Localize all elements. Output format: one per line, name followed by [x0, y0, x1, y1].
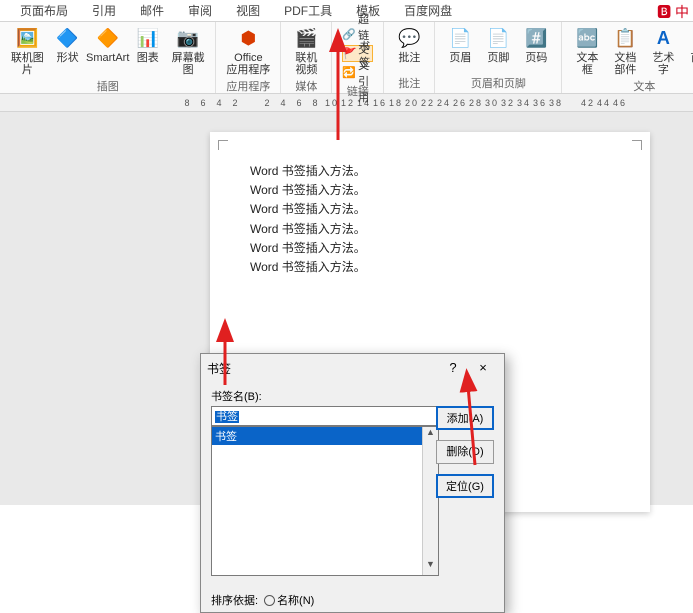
group-links: 🔗超链接 🚩书签 🔁交叉引用 链接: [332, 22, 384, 93]
list-item[interactable]: 书签: [212, 427, 438, 445]
radio-icon: [264, 595, 275, 606]
group-label: 批注: [390, 75, 428, 93]
group-label: 应用程序: [222, 78, 274, 96]
header-icon: 📄: [448, 26, 472, 50]
delete-button[interactable]: 删除(D): [436, 440, 494, 464]
shapes-button[interactable]: 🔷形状: [49, 24, 87, 66]
dialog-help-button[interactable]: ?: [438, 357, 468, 379]
dialog-close-button[interactable]: ×: [468, 357, 498, 379]
app-logo-icon: 🅱 中: [657, 2, 689, 22]
bookmark-name-input[interactable]: 书签: [211, 406, 439, 426]
pagenum-button[interactable]: #️⃣页码: [517, 24, 555, 66]
document-line[interactable]: Word 书签插入方法。: [250, 181, 610, 200]
chart-icon: 📊: [136, 26, 160, 50]
video-icon: 🎬: [294, 26, 318, 50]
sort-label: 排序依据:: [211, 592, 258, 608]
shapes-icon: 🔷: [56, 26, 80, 50]
footer-button[interactable]: 📄页脚: [479, 24, 517, 66]
online-video-button[interactable]: 🎬联机视频: [287, 24, 325, 78]
document-line[interactable]: Word 书签插入方法。: [250, 162, 610, 181]
office-apps-button[interactable]: ⬢Office 应用程序: [222, 24, 274, 78]
footer-icon: 📄: [486, 26, 510, 50]
tab-layout[interactable]: 页面布局: [8, 0, 80, 22]
picture-icon: 🖼️: [15, 26, 39, 50]
document-line[interactable]: Word 书签插入方法。: [250, 258, 610, 277]
sort-name-radio[interactable]: 名称(N): [264, 592, 314, 608]
comment-button[interactable]: 💬批注: [390, 24, 428, 66]
screenshot-button[interactable]: 📷屏幕截图: [167, 24, 210, 78]
chart-button[interactable]: 📊图表: [129, 24, 167, 66]
dropcap-button[interactable]: A̲首字: [682, 24, 693, 66]
group-comments: 💬批注 批注: [384, 22, 435, 93]
group-label: 页眉和页脚: [441, 75, 555, 93]
document-line[interactable]: Word 书签插入方法。: [250, 200, 610, 219]
dialog-title: 书签: [207, 360, 438, 377]
bookmark-dialog: 书签 ? × 书签名(B): 书签 书签 ▲ ▼ 添加(A) 删除(D) 定位(…: [200, 353, 505, 613]
tab-baidu[interactable]: 百度网盘: [392, 0, 464, 22]
dialog-titlebar[interactable]: 书签 ? ×: [201, 354, 504, 382]
office-icon: ⬢: [236, 26, 260, 50]
goto-button[interactable]: 定位(G): [436, 474, 494, 498]
group-label: 媒体: [287, 78, 325, 96]
hyperlink-icon: 🔗: [342, 27, 356, 43]
textbox-button[interactable]: 🔤文本框: [568, 24, 606, 78]
wordart-button[interactable]: A艺术字: [644, 24, 682, 78]
group-label: 链接: [338, 83, 377, 101]
group-label: 插图: [6, 78, 209, 96]
tab-view[interactable]: 视图: [224, 0, 272, 22]
tab-pdf[interactable]: PDF工具: [272, 0, 344, 22]
sort-row: 排序依据: 名称(N): [211, 592, 314, 608]
tab-review[interactable]: 审阅: [176, 0, 224, 22]
quickparts-button[interactable]: 📋文档部件: [606, 24, 644, 78]
group-media: 🎬联机视频 媒体: [281, 22, 332, 93]
ribbon-tabs: 页面布局 引用 邮件 审阅 视图 PDF工具 模板 百度网盘: [0, 0, 693, 22]
group-headerfooter: 📄页眉 📄页脚 #️⃣页码 页眉和页脚: [435, 22, 562, 93]
dropcap-icon: A̲: [689, 26, 693, 50]
online-pictures-button[interactable]: 🖼️联机图片: [6, 24, 49, 78]
add-button[interactable]: 添加(A): [436, 406, 494, 430]
scroll-down-icon[interactable]: ▼: [423, 559, 438, 575]
group-label: 文本: [568, 78, 693, 96]
margin-corner: [632, 140, 642, 150]
bookmark-icon: 🚩: [343, 46, 357, 62]
header-button[interactable]: 📄页眉: [441, 24, 479, 66]
group-illustrations: 🖼️联机图片 🔷形状 🔶SmartArt 📊图表 📷屏幕截图 插图: [0, 22, 216, 93]
quickparts-icon: 📋: [613, 26, 637, 50]
bookmark-name-label: 书签名(B):: [211, 388, 494, 404]
document-line[interactable]: Word 书签插入方法。: [250, 239, 610, 258]
ribbon: 🖼️联机图片 🔷形状 🔶SmartArt 📊图表 📷屏幕截图 插图 ⬢Offic…: [0, 22, 693, 94]
bookmark-list[interactable]: 书签 ▲ ▼: [211, 426, 439, 576]
document-line[interactable]: Word 书签插入方法。: [250, 220, 610, 239]
crossref-button[interactable]: 🔁交叉引用: [342, 64, 373, 81]
smartart-button[interactable]: 🔶SmartArt: [87, 24, 129, 66]
pagenum-icon: #️⃣: [524, 26, 548, 50]
wordart-icon: A: [651, 26, 675, 50]
smartart-icon: 🔶: [96, 26, 120, 50]
textbox-icon: 🔤: [575, 26, 599, 50]
group-text: 🔤文本框 📋文档部件 A艺术字 A̲首字 文本: [562, 22, 693, 93]
screenshot-icon: 📷: [176, 26, 200, 50]
comment-icon: 💬: [397, 26, 421, 50]
tab-references[interactable]: 引用: [80, 0, 128, 22]
tab-mailings[interactable]: 邮件: [128, 0, 176, 22]
group-apps: ⬢Office 应用程序 应用程序: [216, 22, 281, 93]
crossref-icon: 🔁: [342, 65, 356, 81]
document-area: Word 书签插入方法。 Word 书签插入方法。 Word 书签插入方法。 W…: [0, 112, 693, 505]
margin-corner: [218, 140, 228, 150]
